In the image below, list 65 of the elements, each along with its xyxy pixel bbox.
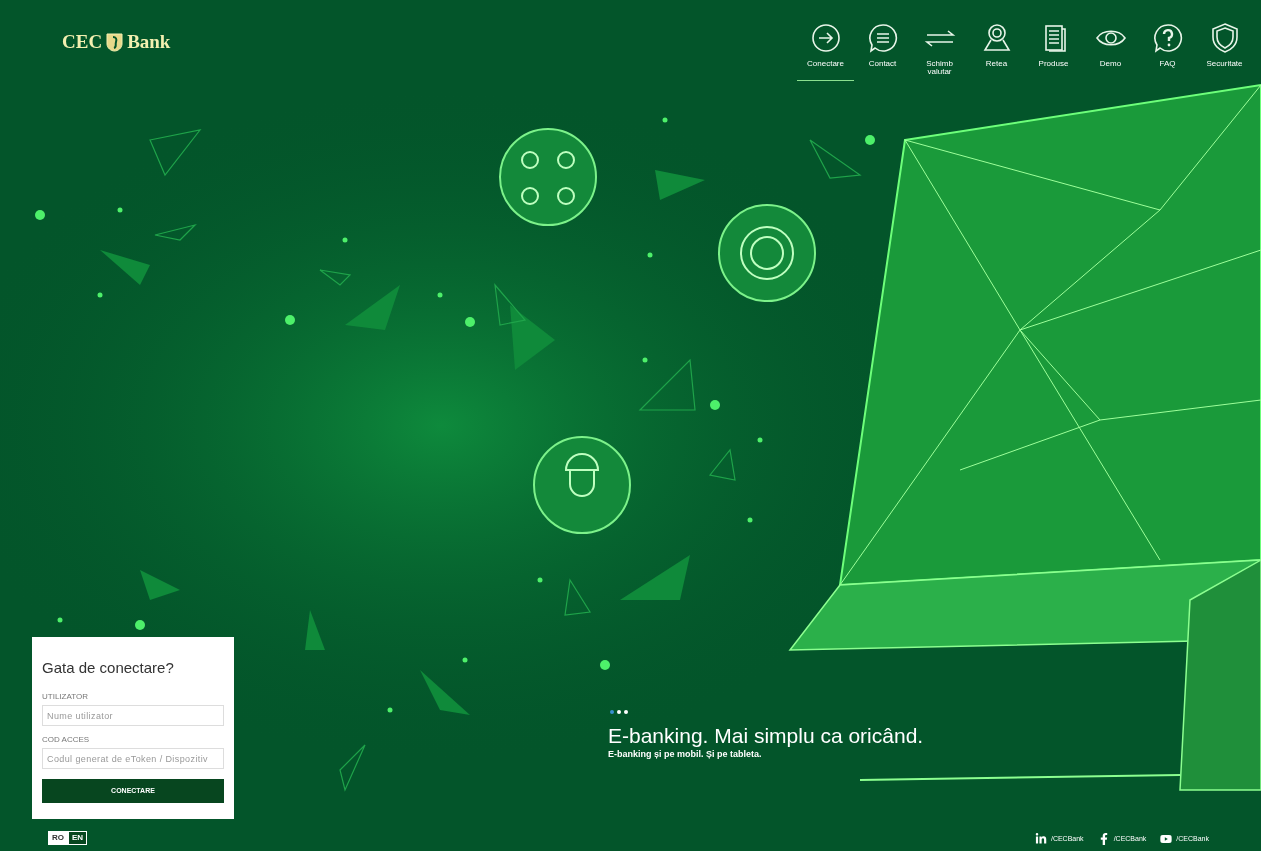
triangle-outline [154, 223, 197, 241]
glow-dot [135, 620, 145, 630]
glow-dot [342, 237, 348, 243]
triangle-shape [305, 610, 325, 650]
acorn-coin-icon [533, 436, 631, 534]
glow-dot [117, 207, 123, 213]
triangle-shape [345, 285, 400, 330]
nav-item[interactable]: Schimb valutar [911, 22, 968, 81]
triangle-outline [339, 744, 366, 792]
triangle-outline [494, 283, 527, 326]
triangle-shape [140, 570, 180, 600]
triangle-shape [655, 170, 705, 200]
triangle-shape [100, 250, 150, 285]
nav-item[interactable]: Retea [968, 22, 1025, 81]
glow-dot [35, 210, 45, 220]
glow-dot [462, 657, 468, 663]
glow-dot [710, 400, 720, 410]
coin-icon [718, 204, 816, 302]
glow-dot [57, 617, 63, 623]
triangle-shape [510, 305, 555, 370]
glow-dot [465, 317, 475, 327]
glow-dot [285, 315, 295, 325]
arrow-circle-icon [809, 22, 842, 54]
logo-text: Bank [127, 30, 171, 54]
triangle-outline [319, 269, 352, 286]
nav-item[interactable]: FAQ [1139, 22, 1196, 81]
language-option[interactable]: RO [48, 831, 68, 845]
nav-item[interactable]: Contact [854, 22, 911, 81]
input-field[interactable]: Nume utilizator [42, 705, 224, 726]
glow-dot [97, 292, 103, 298]
field-label: COD ACCES [42, 734, 91, 746]
glow-dot [642, 357, 648, 363]
language-option[interactable]: EN [68, 831, 88, 845]
glow-dot [600, 660, 610, 670]
triangle-outline [564, 578, 591, 616]
nav-item[interactable]: Produse [1025, 22, 1082, 81]
glow-dot [757, 437, 763, 443]
field-label: UTILIZATOR [42, 691, 89, 703]
glow-dot [537, 577, 543, 583]
linkedin-icon [1034, 833, 1047, 845]
login-title: Gata de conectare? [42, 657, 175, 678]
triangle-outline [809, 139, 862, 179]
coin-icon [499, 128, 597, 226]
triangle-outline [149, 129, 202, 177]
triangle-shape [620, 555, 690, 600]
question-icon [1151, 22, 1184, 54]
nav-item[interactable]: Demo [1082, 22, 1139, 81]
glow-dot [647, 252, 653, 258]
triangle-shape [420, 670, 470, 715]
youtube-icon [1160, 833, 1173, 845]
shield-logo-icon [106, 32, 124, 52]
glow-dot [747, 517, 753, 523]
hero-headline: E-banking. Mai simplu ca oricând. [608, 723, 924, 748]
triangle-outline [708, 448, 736, 481]
glow-dot [662, 117, 668, 123]
glow-dot [865, 135, 875, 145]
nav-item[interactable]: Conectare [797, 22, 854, 81]
nav-item[interactable]: Securitate [1196, 22, 1253, 81]
glow-dot [437, 292, 443, 298]
logo-text: CEC [62, 30, 103, 54]
chat-icon [866, 22, 899, 54]
hero-subline: E-banking și pe mobil. Și pe tableta. [608, 747, 763, 761]
triangle-outline [638, 358, 696, 411]
input-field[interactable]: Codul generat de eToken / Dispozitiv [42, 748, 224, 769]
glow-dot [387, 707, 393, 713]
